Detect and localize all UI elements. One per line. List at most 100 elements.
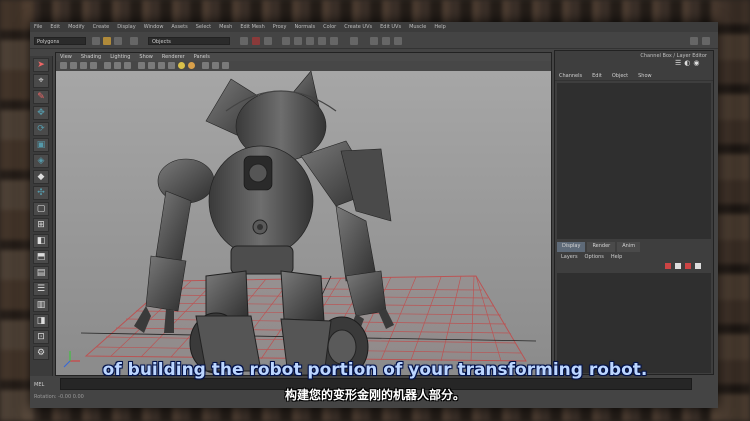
snap-point-icon[interactable] [318,37,326,45]
viewport-menu-view[interactable]: View [60,54,72,60]
pick-mask-icon[interactable] [282,37,290,45]
persp-outliner-layout-icon[interactable]: ◧ [33,234,49,248]
object-name-field[interactable]: Objects [148,37,230,45]
script-editor-layout-icon[interactable]: ▥ [33,298,49,312]
move-layer-up-icon[interactable] [665,263,671,269]
create-layer-selected-icon[interactable] [685,263,691,269]
menu-edit-mesh[interactable]: Edit Mesh [240,24,264,30]
menu-assets[interactable]: Assets [171,24,187,30]
grid-toggle-icon[interactable] [104,62,111,69]
menu-modify[interactable]: Modify [68,24,85,30]
channel-box-menu-edit[interactable]: Edit [592,73,602,79]
settings-layout-icon[interactable]: ⚙ [33,346,49,360]
menu-normals[interactable]: Normals [294,24,315,30]
smooth-shade-icon[interactable] [148,62,155,69]
scale-tool-icon[interactable]: ▣ [33,138,49,152]
hypershade-layout-icon[interactable]: ▤ [33,266,49,280]
bookmark-icon[interactable] [80,62,87,69]
layer-list[interactable] [557,273,711,373]
menu-edit-uvs[interactable]: Edit UVs [380,24,401,30]
layer-menu-layers[interactable]: Layers [561,254,578,260]
layer-menu-help[interactable]: Help [611,254,622,260]
ipr-render-icon[interactable] [382,37,390,45]
image-plane-icon[interactable] [90,62,97,69]
menu-display[interactable]: Display [117,24,135,30]
snap-curve-icon[interactable] [306,37,314,45]
viewport-menu-panels[interactable]: Panels [194,54,210,60]
single-view-layout-icon[interactable]: ▢ [33,202,49,216]
subtitle-english: of building the robot portion of your tr… [102,360,648,380]
render-frame-icon[interactable] [370,37,378,45]
channel-box-menu: Channels Edit Object Show [555,71,713,81]
channel-box-toggle-icon[interactable]: ☰ [675,59,681,69]
select-tool-icon[interactable]: ➤ [33,58,49,72]
menu-create-uvs[interactable]: Create UVs [344,24,372,30]
last-tool-icon[interactable]: ◆ [33,170,49,184]
uv-editor-layout-icon[interactable]: ⊡ [33,330,49,344]
create-empty-layer-icon[interactable] [675,263,681,269]
select-object-icon[interactable] [252,37,260,45]
xray-joints-icon[interactable] [222,62,229,69]
history-icon[interactable] [350,37,358,45]
menu-color[interactable]: Color [323,24,336,30]
channel-box-menu-show[interactable]: Show [638,73,652,79]
open-scene-icon[interactable] [103,37,111,45]
viewport-menu-shading[interactable]: Shading [81,54,101,60]
menu-help[interactable]: Help [434,24,445,30]
select-component-icon[interactable] [264,37,272,45]
rotate-tool-icon[interactable]: ⟳ [33,122,49,136]
menu-select[interactable]: Select [196,24,211,30]
show-attribute-editor-icon[interactable] [702,37,710,45]
lasso-tool-icon[interactable]: ⌖ [33,74,49,88]
lights-icon[interactable] [178,62,185,69]
channel-box-menu-object[interactable]: Object [612,73,628,79]
select-hierarchy-icon[interactable] [240,37,248,45]
persp-graph-layout-icon[interactable]: ⬒ [33,250,49,264]
viewport-menu-renderer[interactable]: Renderer [162,54,185,60]
snap-plane-icon[interactable] [330,37,338,45]
perspective-viewport[interactable]: View Shading Lighting Show Renderer Pane… [55,52,552,376]
isolate-select-icon[interactable] [202,62,209,69]
film-gate-icon[interactable] [114,62,121,69]
snap-grid-icon[interactable] [294,37,302,45]
attribute-editor-toggle-icon[interactable]: ◐ [684,59,690,69]
textured-icon[interactable] [168,62,175,69]
snap-icon[interactable] [130,37,138,45]
paint-select-icon[interactable]: ✎ [33,90,49,104]
move-tool-icon[interactable]: ✥ [33,106,49,120]
layer-menu-options[interactable]: Options [585,254,604,260]
channel-box-menu-channels[interactable]: Channels [559,73,582,79]
camera-icon[interactable] [60,62,67,69]
xray-icon[interactable] [212,62,219,69]
wireframe-on-shaded-icon[interactable] [158,62,165,69]
channel-box-body[interactable] [557,83,711,239]
resolution-gate-icon[interactable] [124,62,131,69]
menu-mesh[interactable]: Mesh [219,24,232,30]
save-scene-icon[interactable] [114,37,122,45]
wireframe-icon[interactable] [138,62,145,69]
menu-edit[interactable]: Edit [50,24,60,30]
menu-proxy[interactable]: Proxy [273,24,287,30]
render-view-layout-icon[interactable]: ◨ [33,314,49,328]
tab-anim[interactable]: Anim [617,242,641,252]
show-channel-box-icon[interactable] [690,37,698,45]
camera-attributes-icon[interactable] [70,62,77,69]
soft-mod-icon[interactable]: ✣ [33,186,49,200]
menu-muscle[interactable]: Muscle [409,24,426,30]
tab-render[interactable]: Render [587,242,616,252]
shadows-icon[interactable] [188,62,195,69]
menu-set-dropdown[interactable]: Polygons [34,37,86,45]
viewport-menu-lighting[interactable]: Lighting [110,54,130,60]
viewport-menu-show[interactable]: Show [139,54,153,60]
new-scene-icon[interactable] [92,37,100,45]
menu-create[interactable]: Create [93,24,110,30]
outliner-layout-icon[interactable]: ☰ [33,282,49,296]
four-view-layout-icon[interactable]: ⊞ [33,218,49,232]
menu-file[interactable]: File [34,24,42,30]
manipulator-tool-icon[interactable]: ◈ [33,154,49,168]
tab-display[interactable]: Display [557,242,586,252]
delete-layer-icon[interactable] [695,263,701,269]
tool-settings-toggle-icon[interactable]: ◉ [693,59,699,69]
render-settings-icon[interactable] [394,37,402,45]
menu-window[interactable]: Window [144,24,164,30]
